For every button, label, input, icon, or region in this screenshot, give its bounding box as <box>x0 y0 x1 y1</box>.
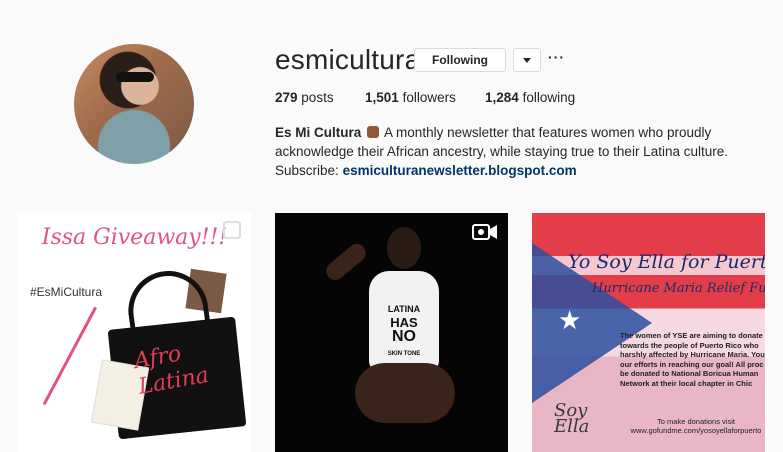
posts-count-label: posts <box>301 90 334 105</box>
footer-line1: To make donations visit <box>657 417 735 426</box>
post-giveaway-lanyard <box>42 306 97 406</box>
more-options-button[interactable]: ··· <box>548 50 564 68</box>
footer-line2: www.gofundme.com/yosoyellaforpuerto <box>630 426 762 435</box>
shirt-line1: LATINA <box>387 304 421 314</box>
post-video-figure-legs <box>355 363 455 423</box>
bio-name: Es Mi Cultura <box>275 125 362 140</box>
shirt-text: LATINA HAS NO SKIN TONE <box>369 301 439 361</box>
followers-count[interactable]: 1,501 followers <box>365 90 456 105</box>
avatar-sunglasses <box>116 72 154 82</box>
post-video-figure-arm <box>322 240 370 284</box>
bio-link[interactable]: esmiculturanewsletter.blogspot.com <box>343 163 577 178</box>
post-relief-title: Yo Soy Ella for Puerto <box>568 251 765 273</box>
video-camera-icon <box>472 224 497 240</box>
logo-line2: Ella <box>554 416 590 437</box>
following-count-value: 1,284 <box>485 90 519 105</box>
post-giveaway-hashtag: #EsMiCultura <box>30 285 103 299</box>
shirt-line4: SKIN TONE <box>387 351 421 357</box>
post-giveaway-title: Issa Giveaway!!! <box>41 225 228 250</box>
bio-text-line2: acknowledge their African ancestry, whil… <box>275 144 728 159</box>
following-button[interactable]: Following <box>414 48 506 72</box>
chevron-down-icon <box>523 58 531 63</box>
suggestions-dropdown-button[interactable] <box>513 48 541 72</box>
post-relief-footer: To make donations visit www.gofundme.com… <box>628 417 764 435</box>
followers-count-label: followers <box>402 90 456 105</box>
carousel-icon <box>223 221 241 239</box>
star-icon: ★ <box>558 305 582 335</box>
posts-count-value: 279 <box>275 90 298 105</box>
profile-username: esmicultura <box>275 44 421 75</box>
post-relief-logo: Soy Ella <box>554 402 590 437</box>
post-video-figure-head <box>387 227 421 269</box>
bio-text-line1: A monthly newsletter that features women… <box>384 125 712 140</box>
followers-count-value: 1,501 <box>365 90 399 105</box>
post-relief-subtitle: Hurricane Maria Relief Fund <box>592 281 765 296</box>
post-relief-body: The women of YSE are aiming to donate to… <box>620 331 765 388</box>
fist-emoji-icon <box>367 126 380 138</box>
bio-subscribe-label: Subscribe: <box>275 163 339 178</box>
posts-count: 279 posts <box>275 90 334 105</box>
following-count[interactable]: 1,284 following <box>485 90 575 105</box>
post-video-figure-shirt: LATINA HAS NO SKIN TONE <box>369 271 439 371</box>
post-thumbnail-video[interactable]: LATINA HAS NO SKIN TONE <box>275 213 508 452</box>
following-count-label: following <box>522 90 576 105</box>
post-thumbnail-hurricane-relief[interactable]: ★ Yo Soy Ella for Puerto Hurricane Maria… <box>532 213 765 452</box>
post-thumbnail-giveaway[interactable]: Issa Giveaway!!! #EsMiCultura Afro Latin… <box>18 213 251 452</box>
profile-bio: Es Mi Cultura A monthly newsletter that … <box>275 123 745 180</box>
shirt-line3: NO <box>392 328 416 345</box>
profile-avatar[interactable] <box>74 44 194 164</box>
